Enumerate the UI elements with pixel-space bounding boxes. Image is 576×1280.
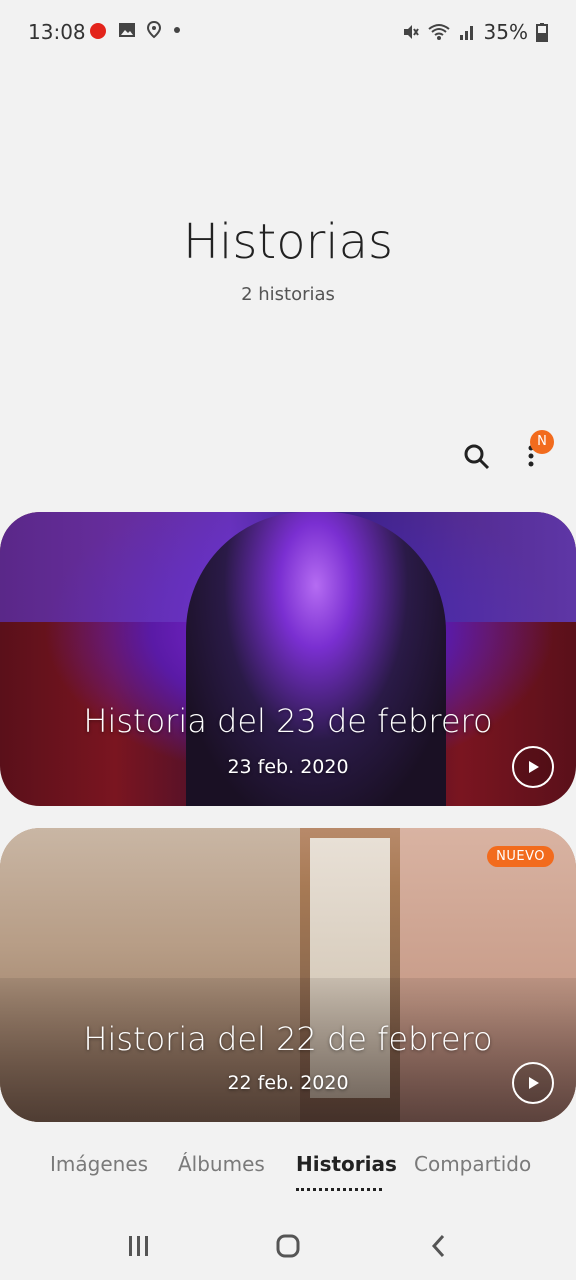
page-title: Historias <box>182 214 394 270</box>
battery-icon <box>536 23 548 42</box>
recent-apps-icon <box>129 1236 148 1256</box>
status-left-icons <box>88 20 182 40</box>
signal-icon <box>459 26 473 40</box>
story-title: Historia del 23 de febrero <box>83 702 493 740</box>
search-button[interactable] <box>460 440 492 472</box>
notification-badge: N <box>530 430 554 454</box>
bottom-tab-bar: Imágenes Álbumes Historias Compartido <box>0 1152 576 1196</box>
page-subtitle: 2 historias <box>241 284 335 305</box>
new-badge: NUEVO <box>487 846 554 867</box>
recent-apps-button[interactable] <box>121 1230 157 1262</box>
tab-historias[interactable]: Historias <box>296 1152 397 1176</box>
tab-compartido[interactable]: Compartido <box>414 1152 531 1176</box>
status-time: 13:08 <box>28 20 86 44</box>
story-date: 22 feb. 2020 <box>227 1072 349 1094</box>
play-button[interactable] <box>512 746 554 788</box>
play-icon <box>529 761 539 773</box>
active-tab-indicator <box>296 1188 382 1191</box>
mute-icon <box>403 25 419 39</box>
status-bar: 13:08 35% <box>0 0 576 64</box>
play-icon <box>529 1077 539 1089</box>
story-title: Historia del 22 de febrero <box>83 1020 493 1058</box>
status-right-icons: 35% <box>402 20 548 44</box>
search-icon <box>464 444 490 470</box>
image-icon <box>119 23 135 37</box>
play-button[interactable] <box>512 1062 554 1104</box>
back-button[interactable] <box>421 1230 457 1262</box>
story-date: 23 feb. 2020 <box>227 756 349 778</box>
story-card-23-feb[interactable]: Historia del 23 de febrero 23 feb. 2020 <box>0 512 576 806</box>
back-icon <box>431 1234 445 1258</box>
wifi-icon <box>427 24 450 40</box>
home-icon <box>276 1234 300 1258</box>
dot-icon <box>174 27 180 33</box>
tab-albumes[interactable]: Álbumes <box>178 1152 265 1176</box>
fire-app-icon <box>90 23 106 39</box>
tab-imagenes[interactable]: Imágenes <box>50 1152 148 1176</box>
system-navigation-bar <box>0 1214 576 1280</box>
story-card-22-feb[interactable]: NUEVO Historia del 22 de febrero 22 feb.… <box>0 828 576 1122</box>
location-icon <box>146 20 162 39</box>
battery-percent: 35% <box>483 20 528 44</box>
home-button[interactable] <box>270 1230 306 1262</box>
